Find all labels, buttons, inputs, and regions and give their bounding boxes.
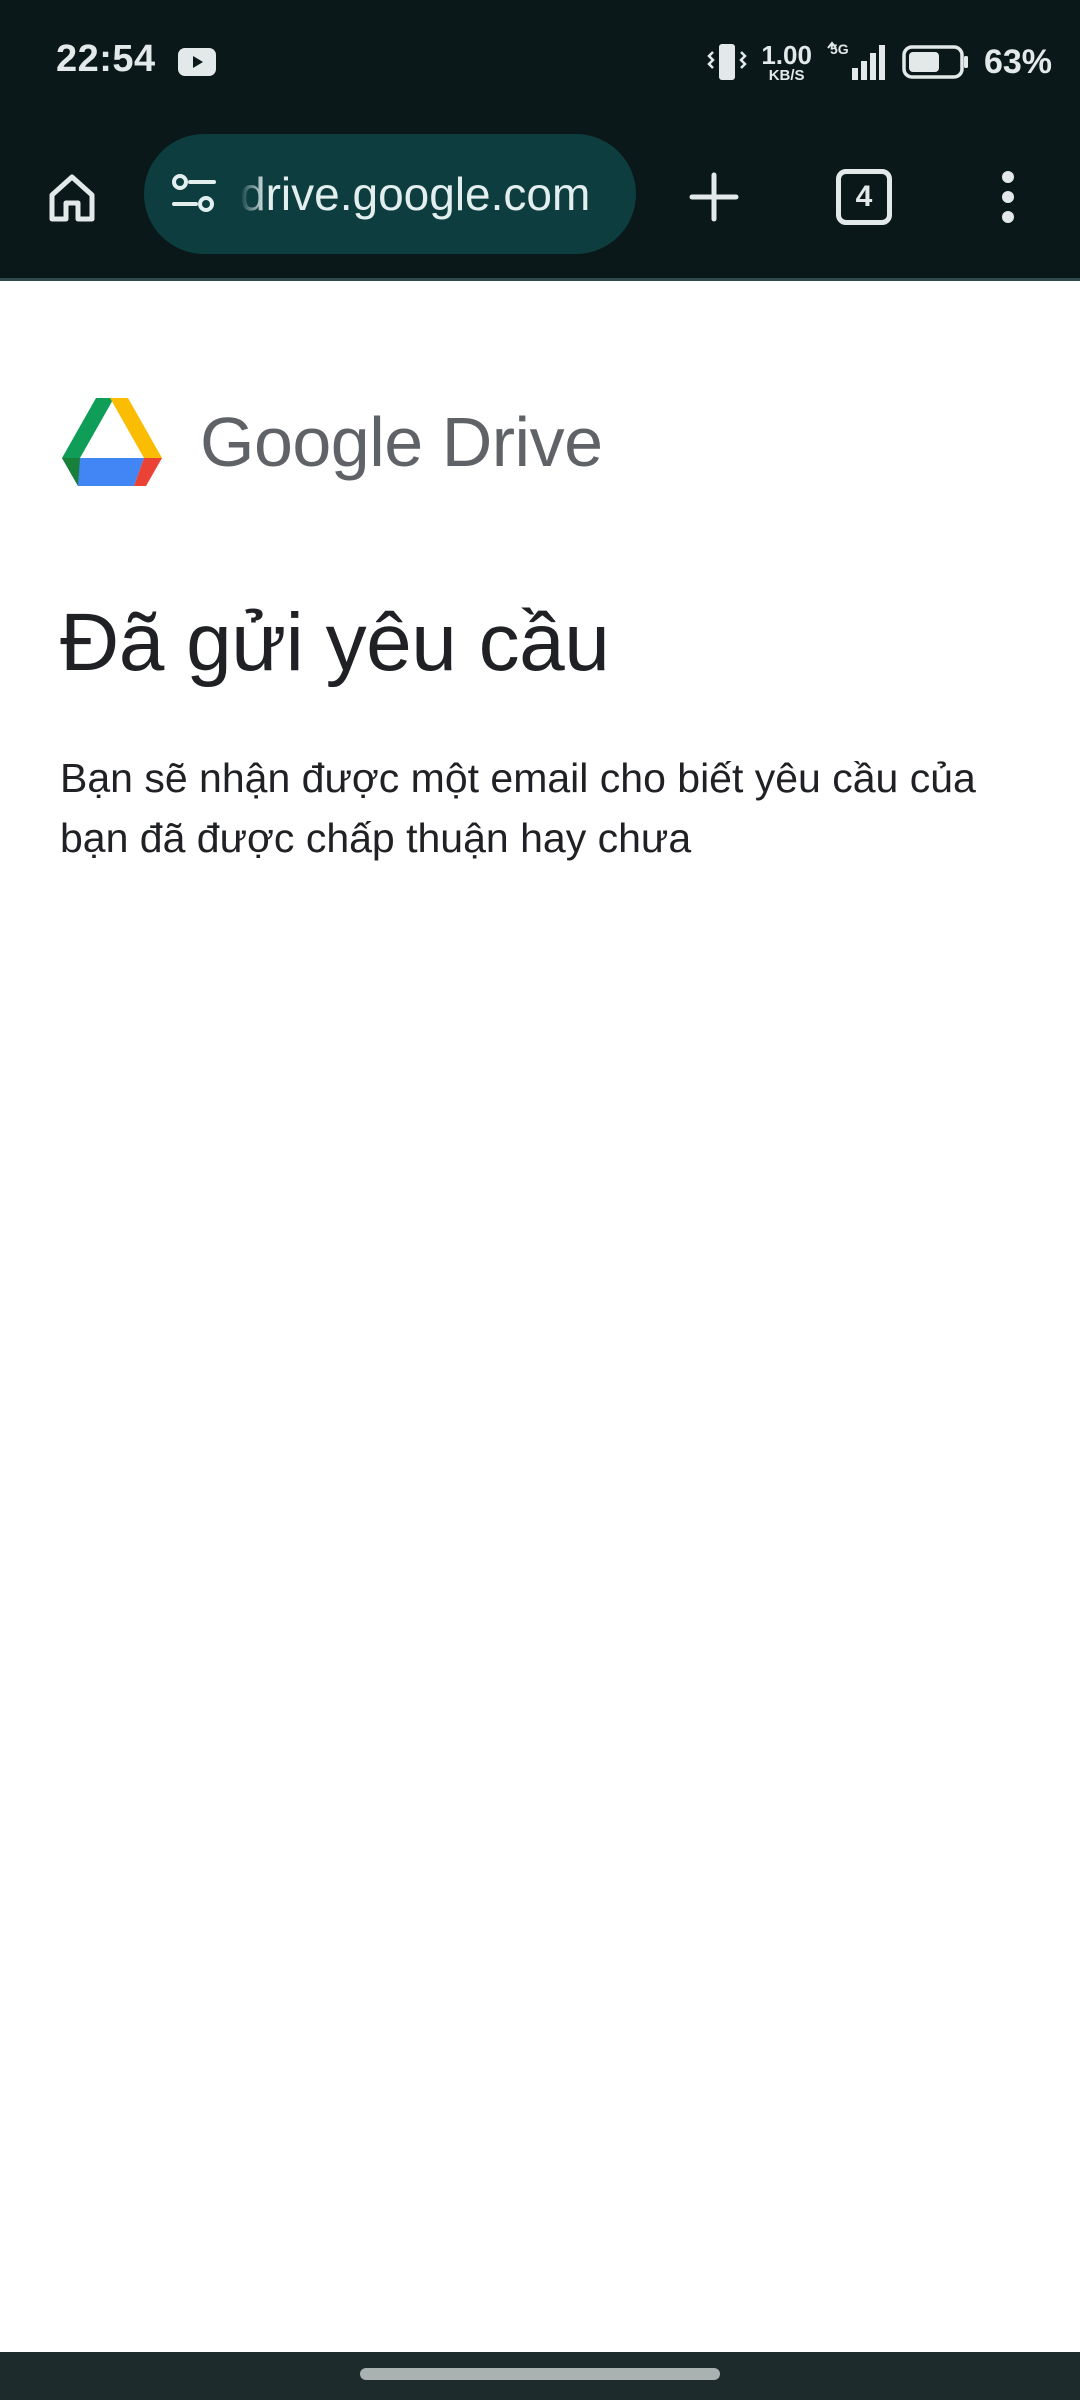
page-description: Bạn sẽ nhận được một email cho biết yêu …	[60, 755, 976, 861]
more-options-button[interactable]	[968, 157, 1048, 237]
tab-switcher-icon: 4	[836, 169, 892, 225]
url-text[interactable]: drive.google.com	[240, 134, 620, 254]
vibrate-icon	[707, 44, 748, 80]
tab-switcher-button[interactable]: 4	[824, 157, 904, 237]
battery-icon	[902, 45, 968, 79]
network-speed-value: 1.00	[761, 39, 812, 70]
signal-icon: 5G	[827, 41, 885, 80]
brand-google: Google	[200, 403, 423, 481]
navigation-bar	[0, 2352, 1080, 2400]
more-vert-icon	[1002, 171, 1014, 223]
status-icons: 1.00 KB/S 5G 63%	[707, 36, 1052, 88]
site-settings-icon[interactable]	[166, 166, 222, 222]
youtube-icon	[178, 48, 216, 76]
drive-header: Google Drive	[60, 392, 603, 492]
battery-percent: 63%	[983, 42, 1052, 81]
page-title: Đã gửi yêu cầu	[60, 597, 610, 688]
network-speed-unit: KB/S	[768, 66, 805, 84]
new-tab-button[interactable]	[674, 157, 754, 237]
toolbar-divider	[0, 278, 1080, 281]
home-button[interactable]	[32, 157, 112, 237]
address-bar[interactable]: drive.google.com	[144, 134, 636, 254]
network-speed: 1.00 KB/S	[761, 42, 812, 83]
brand-product: Drive	[441, 403, 603, 481]
google-drive-logo	[62, 398, 162, 486]
url-fade	[240, 154, 266, 234]
status-bar: 22:54 1.00 KB/S 5G 63%	[0, 0, 1080, 124]
gesture-handle[interactable]	[360, 2368, 720, 2380]
tab-count: 4	[855, 180, 873, 213]
brand-wordmark: Google Drive	[200, 402, 603, 482]
status-time: 22:54	[56, 38, 156, 80]
screen: 22:54 1.00 KB/S 5G 63% drive.google.com …	[0, 0, 1080, 2400]
browser-toolbar: drive.google.com 4	[0, 124, 1080, 278]
home-icon	[49, 174, 95, 222]
plus-icon	[689, 172, 739, 222]
